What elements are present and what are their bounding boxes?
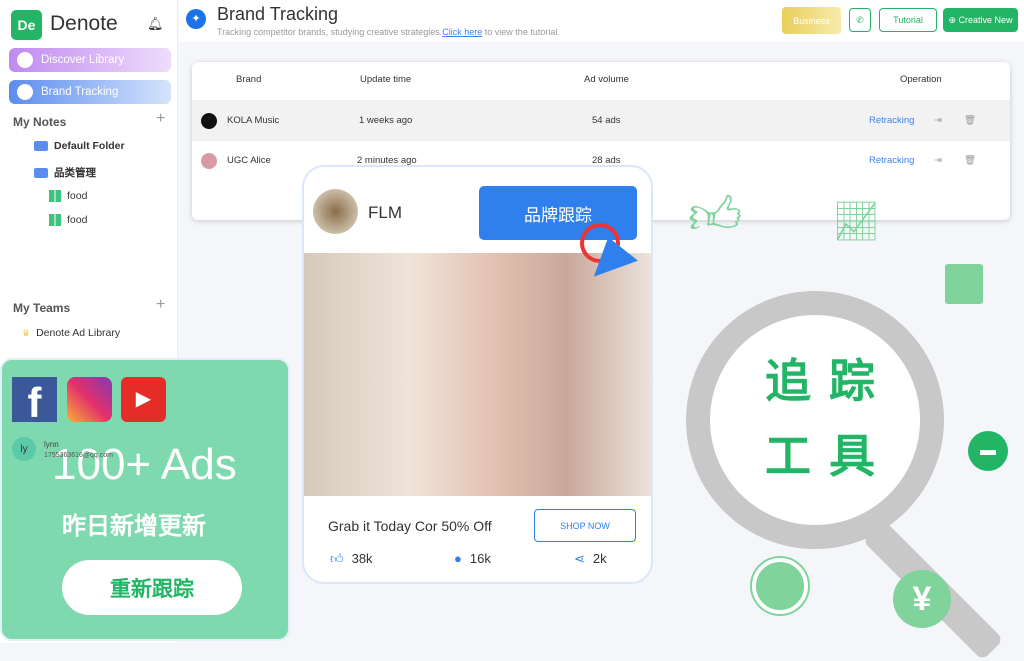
trash-icon[interactable]: 🗑︎ xyxy=(964,115,976,126)
note-item[interactable]: food xyxy=(49,214,87,226)
add-team-icon[interactable]: + xyxy=(156,296,165,314)
chart-icon: 📈︎ xyxy=(832,201,881,243)
logo: De xyxy=(11,10,42,40)
likes: 👍︎ 38k xyxy=(330,551,373,566)
thumbs-up-icon: 👍︎ xyxy=(330,551,344,566)
tracking-icon xyxy=(17,84,33,100)
column-header: Operation xyxy=(900,74,942,85)
image-report-icon xyxy=(945,264,983,304)
business-button[interactable]: Business xyxy=(782,7,841,34)
retracking-link[interactable]: Retracking xyxy=(869,155,914,166)
thumbs-up-icon: 👍︎ xyxy=(688,187,743,245)
folder-item[interactable]: Default Folder xyxy=(34,140,125,152)
yen-icon: ¥ xyxy=(893,570,951,628)
promo-subtitle: 昨日新增更新 xyxy=(62,513,206,540)
sparkle-icon: ✦ xyxy=(186,9,206,29)
team-item[interactable]: ♛ Denote Ad Library xyxy=(22,327,120,339)
chat-button[interactable]: ▬ xyxy=(968,431,1008,471)
tutorial-link[interactable]: Click here xyxy=(442,27,482,37)
ad-image xyxy=(304,253,651,496)
my-teams-heading: My Teams xyxy=(13,301,71,315)
trash-icon[interactable]: 🗑︎ xyxy=(964,155,976,166)
note-icon xyxy=(49,190,61,202)
comments: ● 16k xyxy=(454,551,491,566)
brand-avatar xyxy=(201,113,217,129)
sidebar-item-discover[interactable]: Discover Library xyxy=(9,48,171,72)
sidebar-item-brand-tracking[interactable]: Brand Tracking xyxy=(9,80,171,104)
tutorial-button[interactable]: Tutorial xyxy=(879,8,937,32)
comment-icon: ● xyxy=(454,551,462,566)
user-name: lynn xyxy=(44,440,59,449)
move-icon[interactable]: ⇥ xyxy=(934,115,942,126)
table-row[interactable]: KOLA Music 1 weeks ago 54 ads Retracking… xyxy=(192,100,1010,140)
shares: ⋖ 2k xyxy=(574,551,607,566)
share-icon: ⋖ xyxy=(574,551,585,566)
instagram-icon xyxy=(67,377,112,422)
folder-item[interactable]: 品类管理 xyxy=(34,165,96,180)
column-header: Brand xyxy=(236,74,262,85)
add-note-icon[interactable]: + xyxy=(156,110,165,128)
avatar[interactable]: ly xyxy=(12,437,36,461)
promo-headline: 100+ Ads xyxy=(52,440,237,489)
app-name: Denote xyxy=(50,12,118,35)
eye-icon xyxy=(17,52,33,68)
youtube-icon: ▶ xyxy=(121,377,166,422)
whatsapp-button[interactable]: ✆ xyxy=(849,8,871,32)
bell-icon[interactable]: 🔔︎ xyxy=(147,16,164,32)
header: ✦ Brand Tracking Tracking competitor bra… xyxy=(179,0,1024,42)
folder-icon xyxy=(34,141,48,151)
user-email: 1755363616@qq.com xyxy=(44,452,113,459)
retracking-link[interactable]: Retracking xyxy=(869,115,914,126)
brand-name: FLM xyxy=(368,203,402,222)
column-header: Ad volume xyxy=(584,74,629,85)
tool-title-line1: 追踪 xyxy=(765,355,893,407)
note-item[interactable]: food xyxy=(49,190,87,202)
my-notes-heading: My Notes xyxy=(13,115,67,129)
page-subtitle: Tracking competitor brands, studying cre… xyxy=(217,27,560,37)
folder-icon xyxy=(34,167,48,178)
tool-title-line2: 工具 xyxy=(765,430,893,482)
brand-avatar xyxy=(201,153,217,169)
brand-avatar xyxy=(313,189,358,234)
ad-caption: Grab it Today Cor 50% Off xyxy=(328,518,492,534)
note-icon xyxy=(49,214,61,226)
shop-now-button[interactable]: SHOP NOW xyxy=(534,509,636,542)
promo-card: f ▶ 100+ Ads 昨日新增更新 重新跟踪 xyxy=(0,358,290,641)
facebook-icon: f xyxy=(12,377,57,426)
creative-new-button[interactable]: ⊕ Creative New xyxy=(943,8,1018,32)
crown-icon: ♛ xyxy=(22,327,31,338)
user-icon xyxy=(752,558,808,614)
page-title: Brand Tracking xyxy=(217,4,339,24)
move-icon[interactable]: ⇥ xyxy=(934,155,942,166)
column-header: Update time xyxy=(360,74,412,85)
retrack-button[interactable]: 重新跟踪 xyxy=(62,560,242,615)
